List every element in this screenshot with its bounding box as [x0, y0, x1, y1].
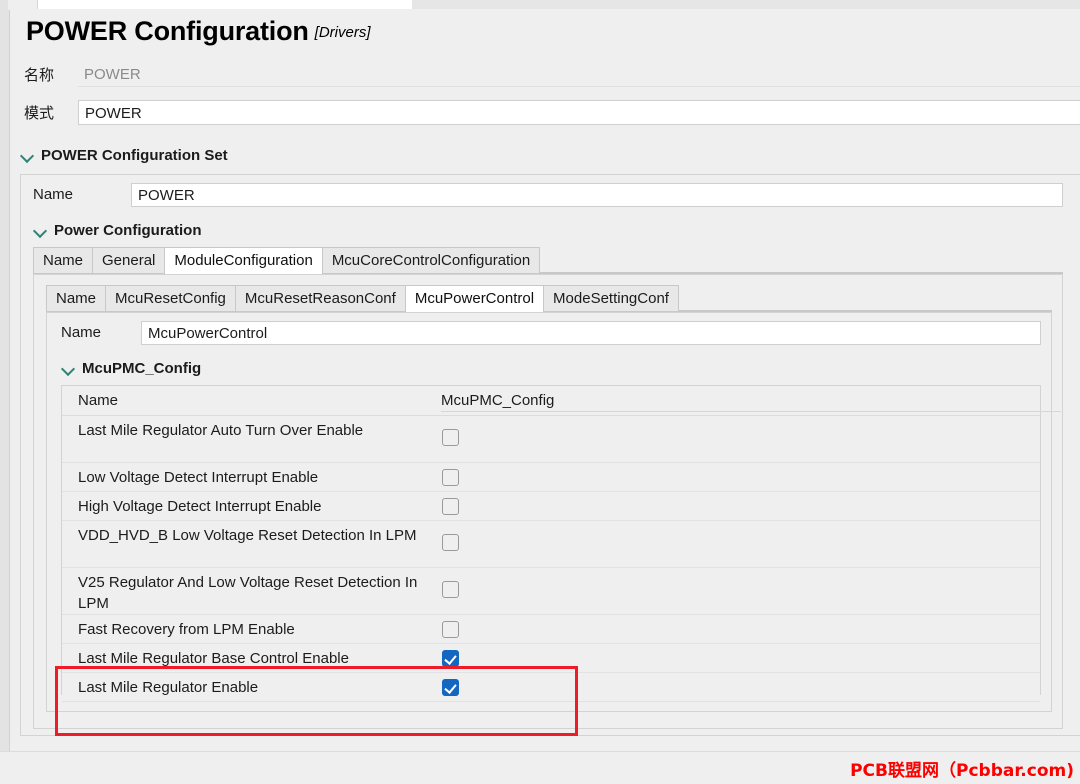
group-power-configuration-set: POWER Configuration Set	[20, 144, 1080, 166]
tab-general[interactable]: General	[92, 247, 166, 273]
page-title-text: POWER Configuration	[26, 16, 309, 46]
checkbox-v25-regulator-and-low-voltage-reset-detection-in-lpm[interactable]	[442, 581, 459, 598]
table-row[interactable]: V25 Regulator And Low Voltage Reset Dete…	[62, 568, 1040, 615]
property-label: Last Mile Regulator Auto Turn Over Enabl…	[78, 422, 364, 439]
group-header-power-configuration-set[interactable]: POWER Configuration Set	[20, 144, 1080, 166]
property-row-name: Name McuPMC_Config	[62, 386, 1061, 416]
property-label: Last Mile Regulator Enable	[78, 679, 259, 696]
table-row[interactable]: Last Mile Regulator Enable	[62, 673, 1040, 702]
panel-module-configuration: Name McuResetConfig McuResetReasonConf M…	[33, 274, 1063, 729]
header-label-mode: 模式	[24, 105, 55, 122]
tab-inner-name[interactable]: Name	[46, 285, 107, 311]
tab-name[interactable]: Name	[33, 247, 94, 273]
top-strip-left-edge	[0, 0, 8, 10]
tab-mcuresetconfig[interactable]: McuResetConfig	[105, 285, 236, 311]
group-power-configuration: Power Configuration	[33, 219, 1063, 241]
header-label-name: 名称	[24, 67, 55, 84]
chevron-down-icon[interactable]	[20, 148, 34, 162]
top-strip-right-edge	[412, 0, 1080, 9]
panel-power-configuration-set: Name POWER Power Configuration Name Gene…	[20, 174, 1080, 736]
chevron-down-icon[interactable]	[33, 223, 47, 237]
property-label: Low Voltage Detect Interrupt Enable	[78, 469, 319, 486]
checkbox-last-mile-regulator-auto-turn-over-enable[interactable]	[442, 429, 459, 446]
checkbox-fast-recovery-from-lpm-enable[interactable]	[442, 621, 459, 638]
header-row-name: 名称 POWER	[24, 62, 1080, 88]
table-row[interactable]: Fast Recovery from LPM Enable	[62, 615, 1040, 644]
form-header: POWER Configuration [Drivers] 名称 POWER 模式…	[10, 10, 1080, 130]
group-title-mcupmc-config: McuPMC_Config	[82, 359, 202, 377]
table-row[interactable]: Last Mile Regulator Base Control Enable	[62, 644, 1040, 673]
tab-modesettingconf[interactable]: ModeSettingConf	[543, 285, 679, 311]
panel-mcu-power-control: Name McuPowerControl McuPMC_Config Name …	[46, 312, 1061, 712]
checkbox-high-voltage-detect-interrupt-enable[interactable]	[442, 498, 459, 515]
active-editor-tab-fragment[interactable]	[37, 0, 414, 9]
left-gutter	[0, 10, 10, 784]
editor-window: POWER Configuration [Drivers] 名称 POWER 模式…	[0, 0, 1080, 784]
group-title-power-configuration-set: POWER Configuration Set	[41, 146, 228, 164]
chevron-down-icon[interactable]	[61, 361, 75, 375]
tab-moduleconfiguration[interactable]: ModuleConfiguration	[164, 247, 323, 274]
table-row[interactable]: High Voltage Detect Interrupt Enable	[62, 492, 1040, 521]
panel-mcupmc-properties: Name McuPMC_Config Last Mile Regulator A…	[61, 385, 1061, 702]
label-mcupowercontrol-name: Name	[61, 324, 102, 341]
tabs-module-configuration: Name General ModuleConfiguration McuCore…	[33, 247, 1063, 274]
property-label-name: Name	[78, 392, 119, 409]
table-row[interactable]: VDD_HVD_B Low Voltage Reset Detection In…	[62, 521, 1040, 568]
row-configset-name: Name POWER	[33, 183, 1063, 209]
header-row-mode: 模式 POWER	[24, 100, 1080, 126]
input-configset-name[interactable]: POWER	[131, 183, 1063, 207]
page-title: POWER Configuration [Drivers]	[26, 16, 371, 47]
header-value-name: POWER	[78, 62, 1080, 87]
table-row[interactable]: Low Voltage Detect Interrupt Enable	[62, 463, 1040, 492]
group-header-power-configuration[interactable]: Power Configuration	[33, 219, 1063, 241]
group-mcupmc-config: McuPMC_Config	[61, 357, 1041, 379]
group-title-power-configuration: Power Configuration	[54, 221, 202, 239]
tab-mcupowercontrol[interactable]: McuPowerControl	[404, 285, 545, 312]
checkbox-low-voltage-detect-interrupt-enable[interactable]	[442, 469, 459, 486]
property-label: V25 Regulator And Low Voltage Reset Dete…	[78, 574, 418, 612]
checkbox-last-mile-regulator-base-control-enable[interactable]	[442, 650, 459, 667]
tab-mcucorecontrolconfiguration[interactable]: McuCoreControlConfiguration	[321, 247, 541, 273]
top-tab-strip	[0, 0, 1080, 10]
page-title-suffix: [Drivers]	[314, 24, 371, 41]
property-value-name[interactable]: McuPMC_Config	[441, 390, 1061, 412]
group-header-mcupmc-config[interactable]: McuPMC_Config	[61, 357, 1041, 379]
checkbox-vdd-hvd-b-low-voltage-reset-detection-in-lpm[interactable]	[442, 534, 459, 551]
tab-filler-level1	[539, 247, 1063, 273]
mode-input[interactable]: POWER	[78, 100, 1080, 125]
tab-mcuresetreasonconf[interactable]: McuResetReasonConf	[234, 285, 406, 311]
property-label: High Voltage Detect Interrupt Enable	[78, 498, 322, 515]
input-mcupowercontrol-name[interactable]: McuPowerControl	[141, 321, 1041, 345]
watermark: PCB联盟网（Pcbbar.com)	[850, 761, 1074, 781]
label-configset-name: Name	[33, 186, 74, 203]
row-mcupowercontrol-name: Name McuPowerControl	[61, 321, 1041, 347]
tabs-mcu-power-control: Name McuResetConfig McuResetReasonConf M…	[46, 285, 1052, 312]
checkbox-last-mile-regulator-enable[interactable]	[442, 679, 459, 696]
property-label: Last Mile Regulator Base Control Enable	[78, 650, 349, 667]
tab-filler-level2	[677, 285, 1052, 311]
property-label: VDD_HVD_B Low Voltage Reset Detection In…	[78, 527, 417, 544]
table-row[interactable]: Last Mile Regulator Auto Turn Over Enabl…	[62, 416, 1040, 463]
property-label: Fast Recovery from LPM Enable	[78, 621, 295, 638]
